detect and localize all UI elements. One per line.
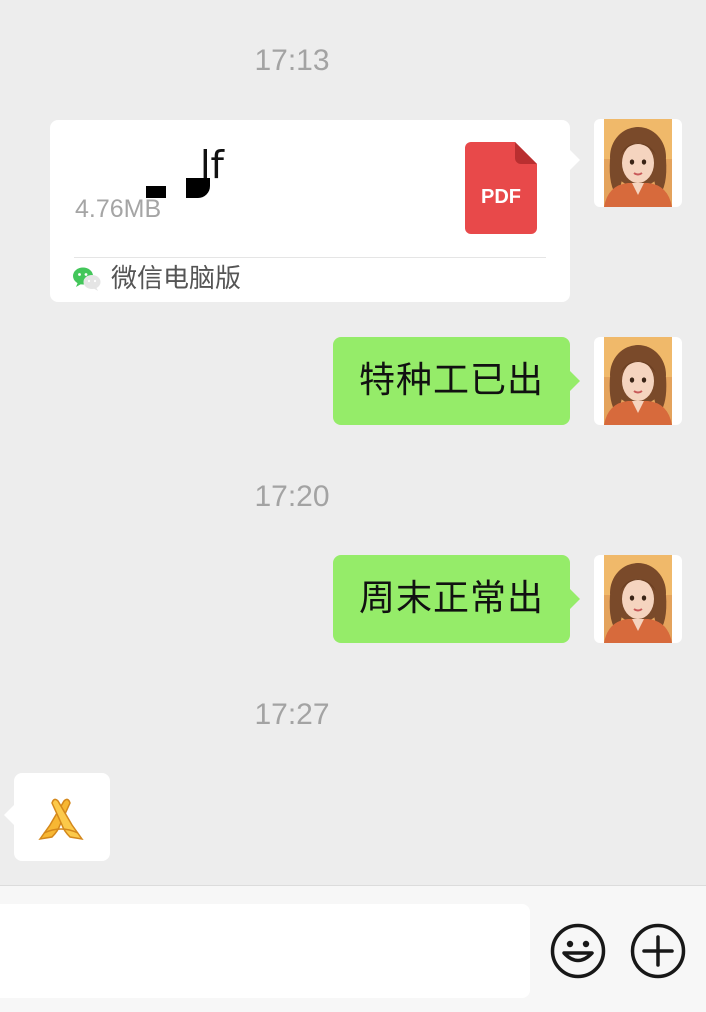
plus-icon[interactable] xyxy=(629,922,687,980)
bubble-tail xyxy=(570,371,580,391)
bubble-tail xyxy=(570,150,580,170)
message-text: 周末正常出 xyxy=(358,578,544,619)
avatar[interactable] xyxy=(594,337,682,425)
message-bubble-incoming[interactable] xyxy=(4,773,110,861)
message-bubble-outgoing[interactable]: 周末正常出 xyxy=(332,555,580,643)
message-bubble-outgoing[interactable]: 特种工已出 xyxy=(332,337,580,425)
input-bar xyxy=(0,885,706,1012)
file-size: 4.76MB xyxy=(75,195,162,223)
timestamp: 17:27 xyxy=(254,698,330,731)
pdf-file-icon: PDF xyxy=(465,142,537,234)
avatar[interactable] xyxy=(594,119,682,207)
folded-hands-emoji xyxy=(38,798,84,841)
smile-icon[interactable] xyxy=(549,922,607,980)
bubble-tail xyxy=(570,589,580,609)
source-label: 微信电脑版 xyxy=(111,264,242,294)
timestamp: 17:13 xyxy=(254,44,330,77)
avatar[interactable] xyxy=(594,555,682,643)
wechat-icon xyxy=(73,267,101,291)
message-input[interactable] xyxy=(0,904,530,998)
file-message-card[interactable]: lf 4.76MB PDF 微信电脑版 xyxy=(50,120,580,302)
pdf-badge-text: PDF xyxy=(481,186,521,208)
file-name: lf xyxy=(200,143,224,187)
message-text: 特种工已出 xyxy=(358,360,544,401)
timestamp: 17:20 xyxy=(254,480,330,513)
divider xyxy=(74,257,546,258)
bubble-tail xyxy=(4,805,14,825)
redacted-filename xyxy=(58,132,210,198)
